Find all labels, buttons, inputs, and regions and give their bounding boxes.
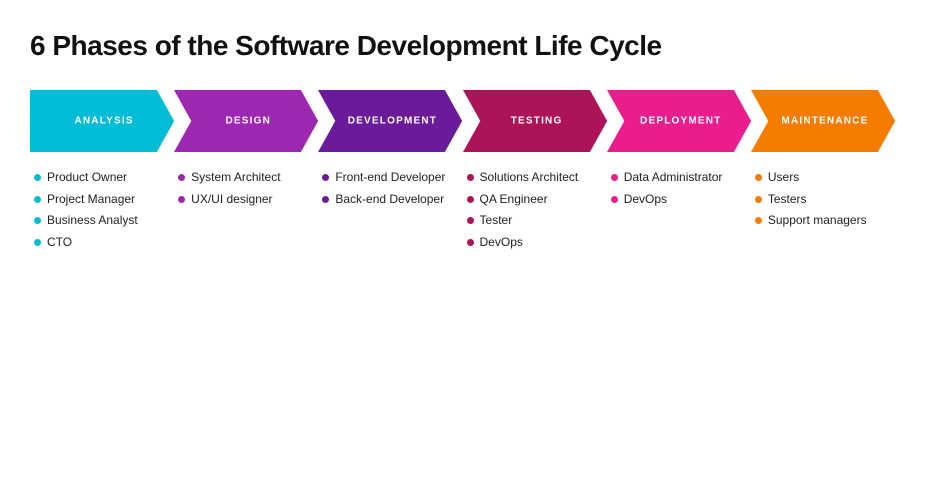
role-dot (467, 217, 474, 224)
role-text: Solutions Architect (480, 170, 579, 186)
role-text: QA Engineer (480, 192, 548, 208)
role-text: Users (768, 170, 799, 186)
arrow-maintenance: MAINTENANCE (751, 90, 895, 152)
roles-col-deployment: Data Administrator DevOps (607, 170, 751, 250)
page-title: 6 Phases of the Software Development Lif… (30, 30, 895, 62)
role-item: Support managers (755, 213, 895, 229)
roles-col-maintenance: Users Testers Support managers (751, 170, 895, 250)
role-text: UX/UI designer (191, 192, 272, 208)
role-text: DevOps (480, 235, 523, 251)
arrow-analysis: ANALYSIS (30, 90, 174, 152)
roles-col-analysis: Product Owner Project Manager Business Ana… (30, 170, 174, 250)
arrow-development: DEVELOPMENT (318, 90, 462, 152)
role-dot (322, 174, 329, 181)
role-item: UX/UI designer (178, 192, 318, 208)
role-text: Tester (480, 213, 513, 229)
role-item: System Architect (178, 170, 318, 186)
role-dot (178, 174, 185, 181)
role-item: CTO (34, 235, 174, 251)
role-text: Data Administrator (624, 170, 723, 186)
role-item: DevOps (467, 235, 607, 251)
role-text: Testers (768, 192, 807, 208)
role-dot (467, 239, 474, 246)
phase-label-analysis: ANALYSIS (70, 116, 133, 127)
roles-col-testing: Solutions Architect QA Engineer Tester DevO… (463, 170, 607, 250)
role-dot (611, 174, 618, 181)
phase-label-maintenance: MAINTENANCE (777, 116, 868, 127)
arrow-design: DESIGN (174, 90, 318, 152)
role-text: Product Owner (47, 170, 127, 186)
role-item: DevOps (611, 192, 751, 208)
arrow-shape-maintenance: MAINTENANCE (751, 90, 895, 152)
role-item: Tester (467, 213, 607, 229)
arrow-shape-design: DESIGN (174, 90, 318, 152)
role-text: Project Manager (47, 192, 135, 208)
role-dot (34, 217, 41, 224)
role-item: Back-end Developer (322, 192, 462, 208)
role-item: Data Administrator (611, 170, 751, 186)
role-item: Front-end Developer (322, 170, 462, 186)
role-dot (178, 196, 185, 203)
phase-label-design: DESIGN (221, 116, 271, 127)
role-dot (322, 196, 329, 203)
role-item: Testers (755, 192, 895, 208)
role-item: Project Manager (34, 192, 174, 208)
role-text: DevOps (624, 192, 667, 208)
arrow-testing: TESTING (463, 90, 607, 152)
phase-label-development: DEVELOPMENT (344, 116, 437, 127)
roles-row: Product Owner Project Manager Business Ana… (30, 170, 895, 250)
role-item: Product Owner (34, 170, 174, 186)
role-dot (34, 239, 41, 246)
role-item: Business Analyst (34, 213, 174, 229)
role-item: QA Engineer (467, 192, 607, 208)
role-dot (755, 174, 762, 181)
role-text: CTO (47, 235, 72, 251)
role-text: System Architect (191, 170, 280, 186)
arrow-shape-deployment: DEPLOYMENT (607, 90, 751, 152)
phase-label-testing: TESTING (507, 116, 563, 127)
role-dot (34, 174, 41, 181)
role-item: Users (755, 170, 895, 186)
role-dot (611, 196, 618, 203)
role-text: Back-end Developer (335, 192, 444, 208)
arrow-shape-development: DEVELOPMENT (318, 90, 462, 152)
phase-label-deployment: DEPLOYMENT (636, 116, 721, 127)
roles-col-design: System Architect UX/UI designer (174, 170, 318, 250)
role-dot (755, 217, 762, 224)
role-dot (34, 196, 41, 203)
arrows-row: ANALYSIS DESIGN DEVELOPMENT TESTING DEPLOYME… (30, 90, 895, 152)
arrow-deployment: DEPLOYMENT (607, 90, 751, 152)
role-dot (467, 174, 474, 181)
page: 6 Phases of the Software Development Lif… (0, 0, 925, 500)
role-text: Support managers (768, 213, 867, 229)
role-item: Solutions Architect (467, 170, 607, 186)
role-dot (755, 196, 762, 203)
role-text: Business Analyst (47, 213, 138, 229)
phases-container: ANALYSIS DESIGN DEVELOPMENT TESTING DEPLOYME… (30, 90, 895, 250)
arrow-shape-testing: TESTING (463, 90, 607, 152)
roles-col-development: Front-end Developer Back-end Developer (318, 170, 462, 250)
arrow-shape-analysis: ANALYSIS (30, 90, 174, 152)
role-text: Front-end Developer (335, 170, 445, 186)
role-dot (467, 196, 474, 203)
